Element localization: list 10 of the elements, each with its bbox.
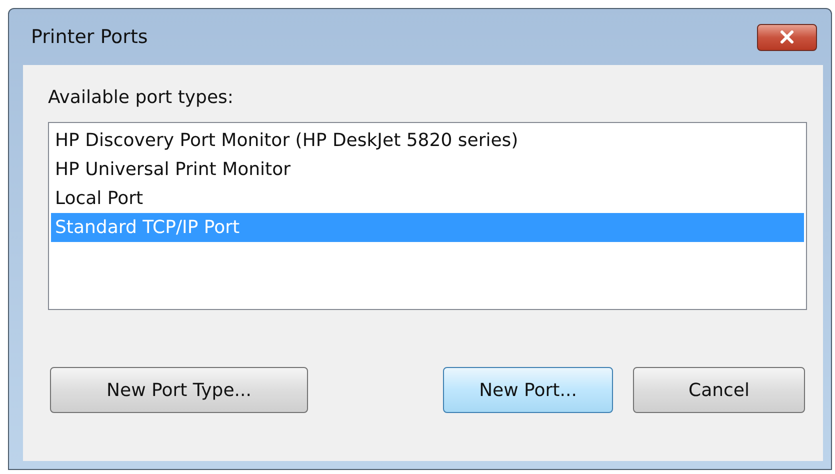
list-item[interactable]: Local Port (51, 184, 804, 213)
dialog-button[interactable]: New Port... (443, 367, 613, 413)
close-icon (779, 30, 795, 44)
window-title: Printer Ports (31, 26, 148, 48)
list-item[interactable]: HP Discovery Port Monitor (HP DeskJet 5820 series) (51, 126, 804, 155)
dialog-button[interactable]: Cancel (633, 367, 805, 413)
list-item[interactable]: HP Universal Print Monitor (51, 155, 804, 184)
list-label: Available port types: (48, 87, 234, 108)
close-button[interactable] (757, 24, 817, 50)
dialog-button[interactable]: New Port Type... (50, 367, 308, 413)
